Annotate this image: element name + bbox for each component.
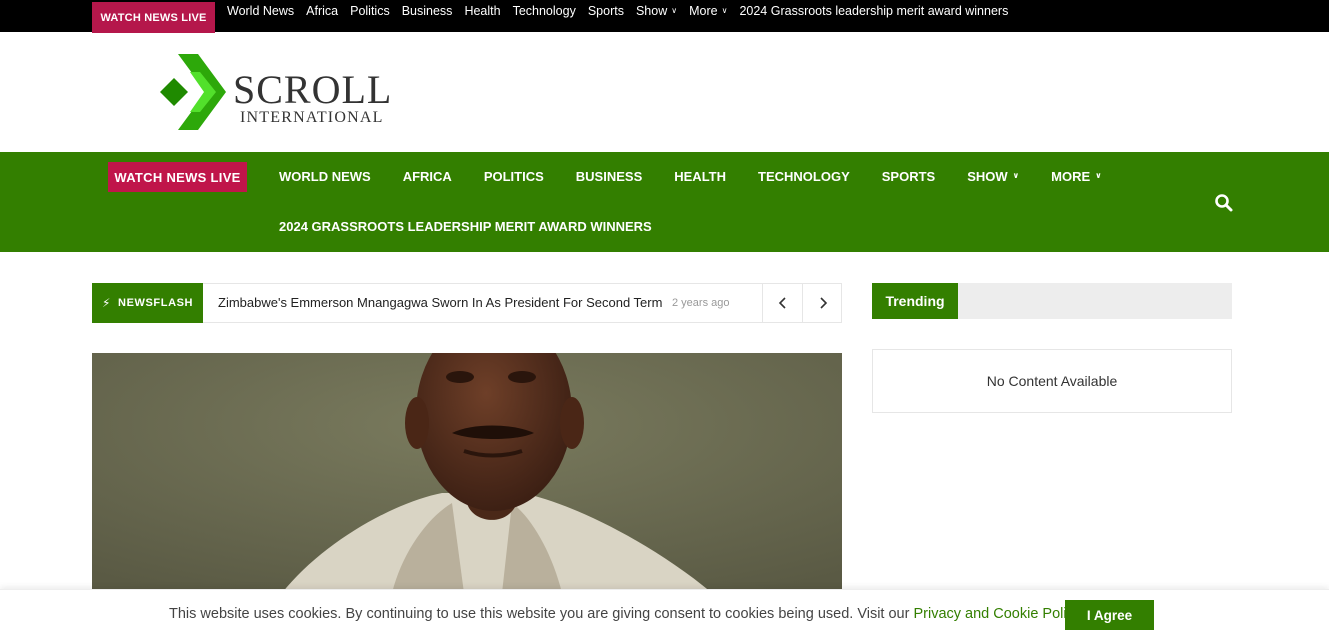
trending-header: Trending [872,283,1232,319]
trending-empty-text: No Content Available [986,373,1118,389]
search-icon[interactable] [1214,193,1234,213]
top-nav: World News Africa Politics Business Heal… [227,0,1020,22]
top-nav-more[interactable]: More ∨ [689,4,727,18]
top-nav-politics[interactable]: Politics [350,4,390,18]
featured-article-image[interactable] [92,353,842,593]
nav-world-news[interactable]: WORLD NEWS [279,169,371,184]
nav-show-label: SHOW [967,169,1008,184]
top-nav-award-winners[interactable]: 2024 Grassroots leadership merit award w… [739,4,1008,18]
chevron-right-icon [819,297,827,309]
chevron-down-icon: ∨ [721,5,728,15]
newsflash-prev-button[interactable] [762,283,802,323]
top-nav-world-news[interactable]: World News [227,4,294,18]
top-nav-health[interactable]: Health [464,4,500,18]
nav-award-winners[interactable]: 2024 GRASSROOTS LEADERSHIP MERIT AWARD W… [279,219,652,234]
newsflash-time: 2 years ago [672,297,730,309]
top-bar: WATCH NEWS LIVE World News Africa Politi… [0,0,1329,33]
logo-wordmark: SCROLL [233,67,393,112]
watch-news-live-main-button[interactable]: WATCH NEWS LIVE [108,162,247,192]
cookie-agree-button[interactable]: I Agree [1065,600,1154,630]
watch-news-live-button[interactable]: WATCH NEWS LIVE [92,2,215,33]
chevron-down-icon: ∨ [1012,171,1020,180]
top-nav-africa[interactable]: Africa [306,4,338,18]
nav-business[interactable]: BUSINESS [576,169,642,184]
cookie-banner: This website uses cookies. By continuing… [0,589,1329,637]
privacy-policy-link[interactable]: Privacy and Cookie Policy. [913,606,1084,622]
nav-africa[interactable]: AFRICA [403,169,452,184]
nav-politics[interactable]: POLITICS [484,169,544,184]
top-nav-technology[interactable]: Technology [513,4,576,18]
chevron-left-icon [778,297,786,309]
top-nav-more-label: More [689,4,718,18]
cookie-text: This website uses cookies. By continuing… [169,606,914,622]
newsflash-headline[interactable]: Zimbabwe's Emmerson Mnangagwa Sworn In A… [218,295,662,310]
top-nav-business[interactable]: Business [402,4,453,18]
cookie-message: This website uses cookies. By continuing… [169,606,1084,622]
newsflash-label-text: NEWSFLASH [118,297,194,309]
main-nav-items: WORLD NEWS AFRICA POLITICS BUSINESS HEAL… [279,169,1134,184]
nav-show[interactable]: SHOW ∨ [967,169,1019,184]
chevron-down-icon: ∨ [1095,171,1102,180]
nav-more-label: MORE [1051,169,1091,184]
nav-more[interactable]: MORE ∨ [1051,169,1102,184]
chevron-down-icon: ∨ [671,5,678,15]
logo-subtitle: INTERNATIONAL [240,109,384,126]
flash-icon: ⚡ [102,296,112,310]
top-nav-show-label: Show [635,4,668,18]
trending-tab[interactable]: Trending [872,283,958,319]
nav-health[interactable]: HEALTH [674,169,726,184]
nav-technology[interactable]: TECHNOLOGY [758,169,850,184]
main-nav: WATCH NEWS LIVE WORLD NEWS AFRICA POLITI… [0,152,1329,252]
portrait-photo [92,353,842,593]
newsflash-ticker: ⚡ NEWSFLASH Zimbabwe's Emmerson Mnangagw… [92,283,842,323]
trending-empty-state: No Content Available [872,349,1232,413]
site-logo[interactable]: SCROLL INTERNATIONAL [160,52,393,134]
top-nav-show[interactable]: Show ∨ [636,4,677,18]
top-nav-sports[interactable]: Sports [588,4,624,18]
logo-mark-icon [160,54,226,130]
newsflash-label: ⚡ NEWSFLASH [92,283,203,323]
nav-sports[interactable]: SPORTS [882,169,935,184]
newsflash-next-button[interactable] [802,283,842,323]
